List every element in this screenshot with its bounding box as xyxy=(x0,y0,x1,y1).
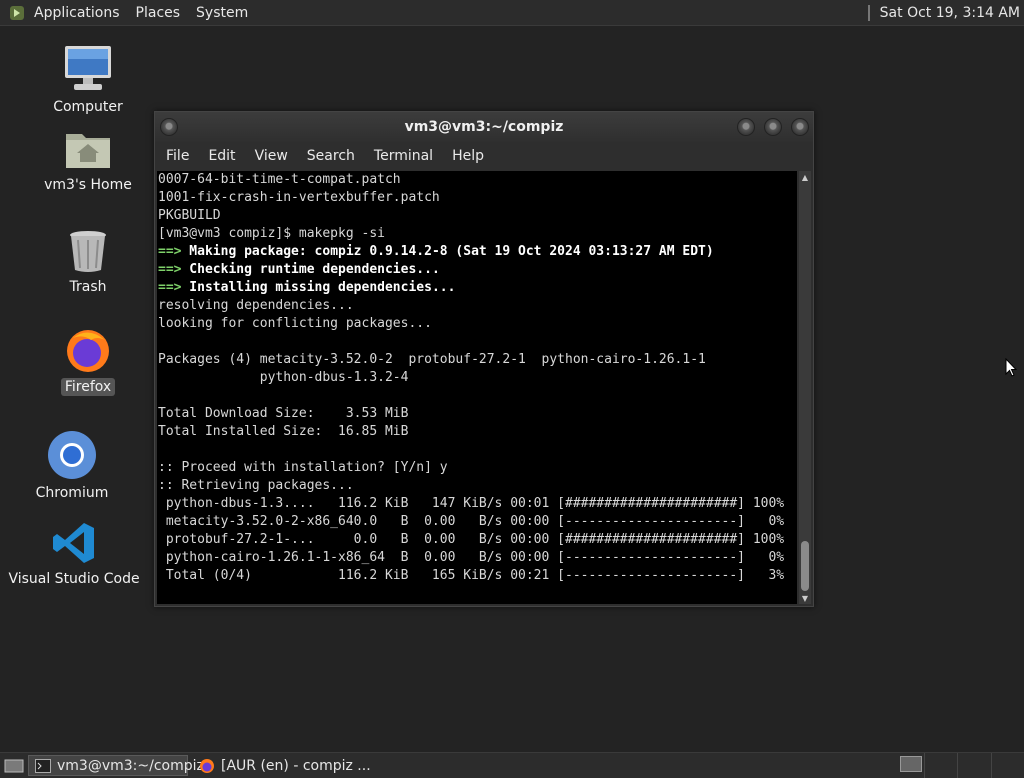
desktop-icon-computer[interactable]: Computer xyxy=(33,44,143,116)
terminal-icon xyxy=(35,758,51,773)
workspace-indicator[interactable] xyxy=(900,756,922,772)
terminal-line-text: Checking runtime dependencies... xyxy=(181,262,440,277)
show-desktop-icon[interactable] xyxy=(4,758,24,774)
system-menu[interactable]: System xyxy=(188,5,256,21)
terminal-arrow-marker: ==> xyxy=(158,280,182,295)
terminal-arrow-marker: ==> xyxy=(158,244,182,259)
desktop-icon-label: Firefox xyxy=(60,378,116,396)
menu-terminal[interactable]: Terminal xyxy=(363,148,441,164)
menu-search[interactable]: Search xyxy=(296,148,363,164)
menu-file[interactable]: File xyxy=(155,148,197,164)
menu-edit[interactable]: Edit xyxy=(197,148,243,164)
terminal-line: python-dbus-1.3.... 116.2 KiB 147 KiB/s … xyxy=(158,496,785,511)
desktop-icon-home[interactable]: vm3's Home xyxy=(33,128,143,194)
terminal-line: Total Installed Size: 16.85 MiB xyxy=(158,424,409,439)
terminal-line: python-dbus-1.3.2-4 xyxy=(158,370,409,385)
terminal-line: :: Proceed with installation? [Y/n] y xyxy=(158,460,448,475)
terminal-line: Total (0/4) 116.2 KiB 165 KiB/s 00:21 [-… xyxy=(158,568,785,583)
taskbar-item-terminal[interactable]: vm3@vm3:~/compiz xyxy=(28,755,204,776)
taskbar-item-label: vm3@vm3:~/compiz xyxy=(57,757,204,774)
close-button[interactable] xyxy=(791,118,809,136)
terminal-line: resolving dependencies... xyxy=(158,298,354,313)
maximize-button[interactable] xyxy=(764,118,782,136)
terminal-line: :: Retrieving packages... xyxy=(158,478,354,493)
workspace-switcher[interactable] xyxy=(924,753,1024,778)
terminal-line: looking for conflicting packages... xyxy=(158,316,432,331)
desktop-icon-chromium[interactable]: Chromium xyxy=(17,430,127,502)
desktop-icon-vscode[interactable]: Visual Studio Code xyxy=(8,520,140,588)
desktop-icon-label: Visual Studio Code xyxy=(8,571,140,587)
terminal-line: [vm3@vm3 compiz]$ makepkg -si xyxy=(158,226,385,241)
minimize-button[interactable] xyxy=(737,118,755,136)
terminal-line: python-cairo-1.26.1-1-x86_64 B 0.00 B/s … xyxy=(158,550,785,565)
distro-logo-icon[interactable] xyxy=(8,4,26,22)
terminal-line: ==> Making package: compiz 0.9.14.2-8 (S… xyxy=(157,243,797,261)
top-panel: Applications Places System Sat Oct 19, 3… xyxy=(0,0,1024,26)
terminal-line: ==> Installing missing dependencies... xyxy=(157,279,797,297)
desktop-icon-label: vm3's Home xyxy=(44,177,132,193)
desktop-icon-trash[interactable]: Trash xyxy=(33,228,143,296)
firefox-icon xyxy=(67,330,109,372)
terminal-window: vm3@vm3:~/compiz File Edit View Search T… xyxy=(154,111,814,607)
clock[interactable]: Sat Oct 19, 3:14 AM xyxy=(864,0,1024,25)
window-titlebar[interactable]: vm3@vm3:~/compiz xyxy=(155,112,813,142)
terminal-scrollbar[interactable]: ▲ ▼ xyxy=(799,171,811,604)
terminal-line: 0007-64-bit-time-t-compat.patch xyxy=(158,172,401,187)
terminal-line: metacity-3.52.0-2-x86_640.0 B 0.00 B/s 0… xyxy=(158,514,785,529)
home-folder-icon xyxy=(66,134,110,168)
mouse-pointer-icon xyxy=(1005,358,1017,377)
panel-separator xyxy=(867,4,870,21)
desktop-icon-firefox[interactable]: Firefox xyxy=(33,326,143,396)
terminal-line: protobuf-27.2-1-... 0.0 B 0.00 B/s 00:00… xyxy=(158,532,785,547)
desktop-icon-label: Trash xyxy=(69,279,107,295)
computer-icon xyxy=(65,46,111,90)
clock-label: Sat Oct 19, 3:14 AM xyxy=(879,4,1020,21)
menu-view[interactable]: View xyxy=(244,148,296,164)
firefox-icon xyxy=(199,758,215,774)
terminal-line: Packages (4) metacity-3.52.0-2 protobuf-… xyxy=(158,352,706,367)
taskbar-item-firefox[interactable]: [AUR (en) - compiz ... xyxy=(192,755,378,776)
bottom-panel: vm3@vm3:~/compiz [AUR (en) - compiz ... xyxy=(0,752,1024,778)
menu-help[interactable]: Help xyxy=(441,148,492,164)
terminal-line: PKGBUILD xyxy=(158,208,221,223)
window-menubar: File Edit View Search Terminal Help xyxy=(155,142,813,170)
vscode-icon xyxy=(53,523,94,563)
window-menu-button[interactable] xyxy=(160,118,178,136)
terminal-line-text: Making package: compiz 0.9.14.2-8 (Sat 1… xyxy=(181,244,714,259)
terminal-output[interactable]: 0007-64-bit-time-t-compat.patch 1001-fix-… xyxy=(157,171,797,604)
scroll-up-arrow-icon[interactable]: ▲ xyxy=(799,171,811,183)
terminal-arrow-marker: ==> xyxy=(158,262,182,277)
terminal-line-text: Installing missing dependencies... xyxy=(181,280,456,295)
taskbar-item-label: [AUR (en) - compiz ... xyxy=(221,757,371,774)
scroll-down-arrow-icon[interactable]: ▼ xyxy=(799,592,811,604)
desktop-icon-label: Chromium xyxy=(35,485,109,501)
terminal-line: Total Download Size: 3.53 MiB xyxy=(158,406,409,421)
desktop-icon-label: Computer xyxy=(53,99,123,115)
applications-menu[interactable]: Applications xyxy=(26,5,128,21)
places-menu[interactable]: Places xyxy=(128,5,189,21)
terminal-line: ==> Checking runtime dependencies... xyxy=(157,261,797,279)
terminal-line: 1001-fix-crash-in-vertexbuffer.patch xyxy=(158,190,440,205)
window-title: vm3@vm3:~/compiz xyxy=(404,119,564,135)
trash-icon xyxy=(70,231,106,272)
chromium-icon xyxy=(48,431,96,479)
scrollbar-thumb[interactable] xyxy=(801,541,809,591)
